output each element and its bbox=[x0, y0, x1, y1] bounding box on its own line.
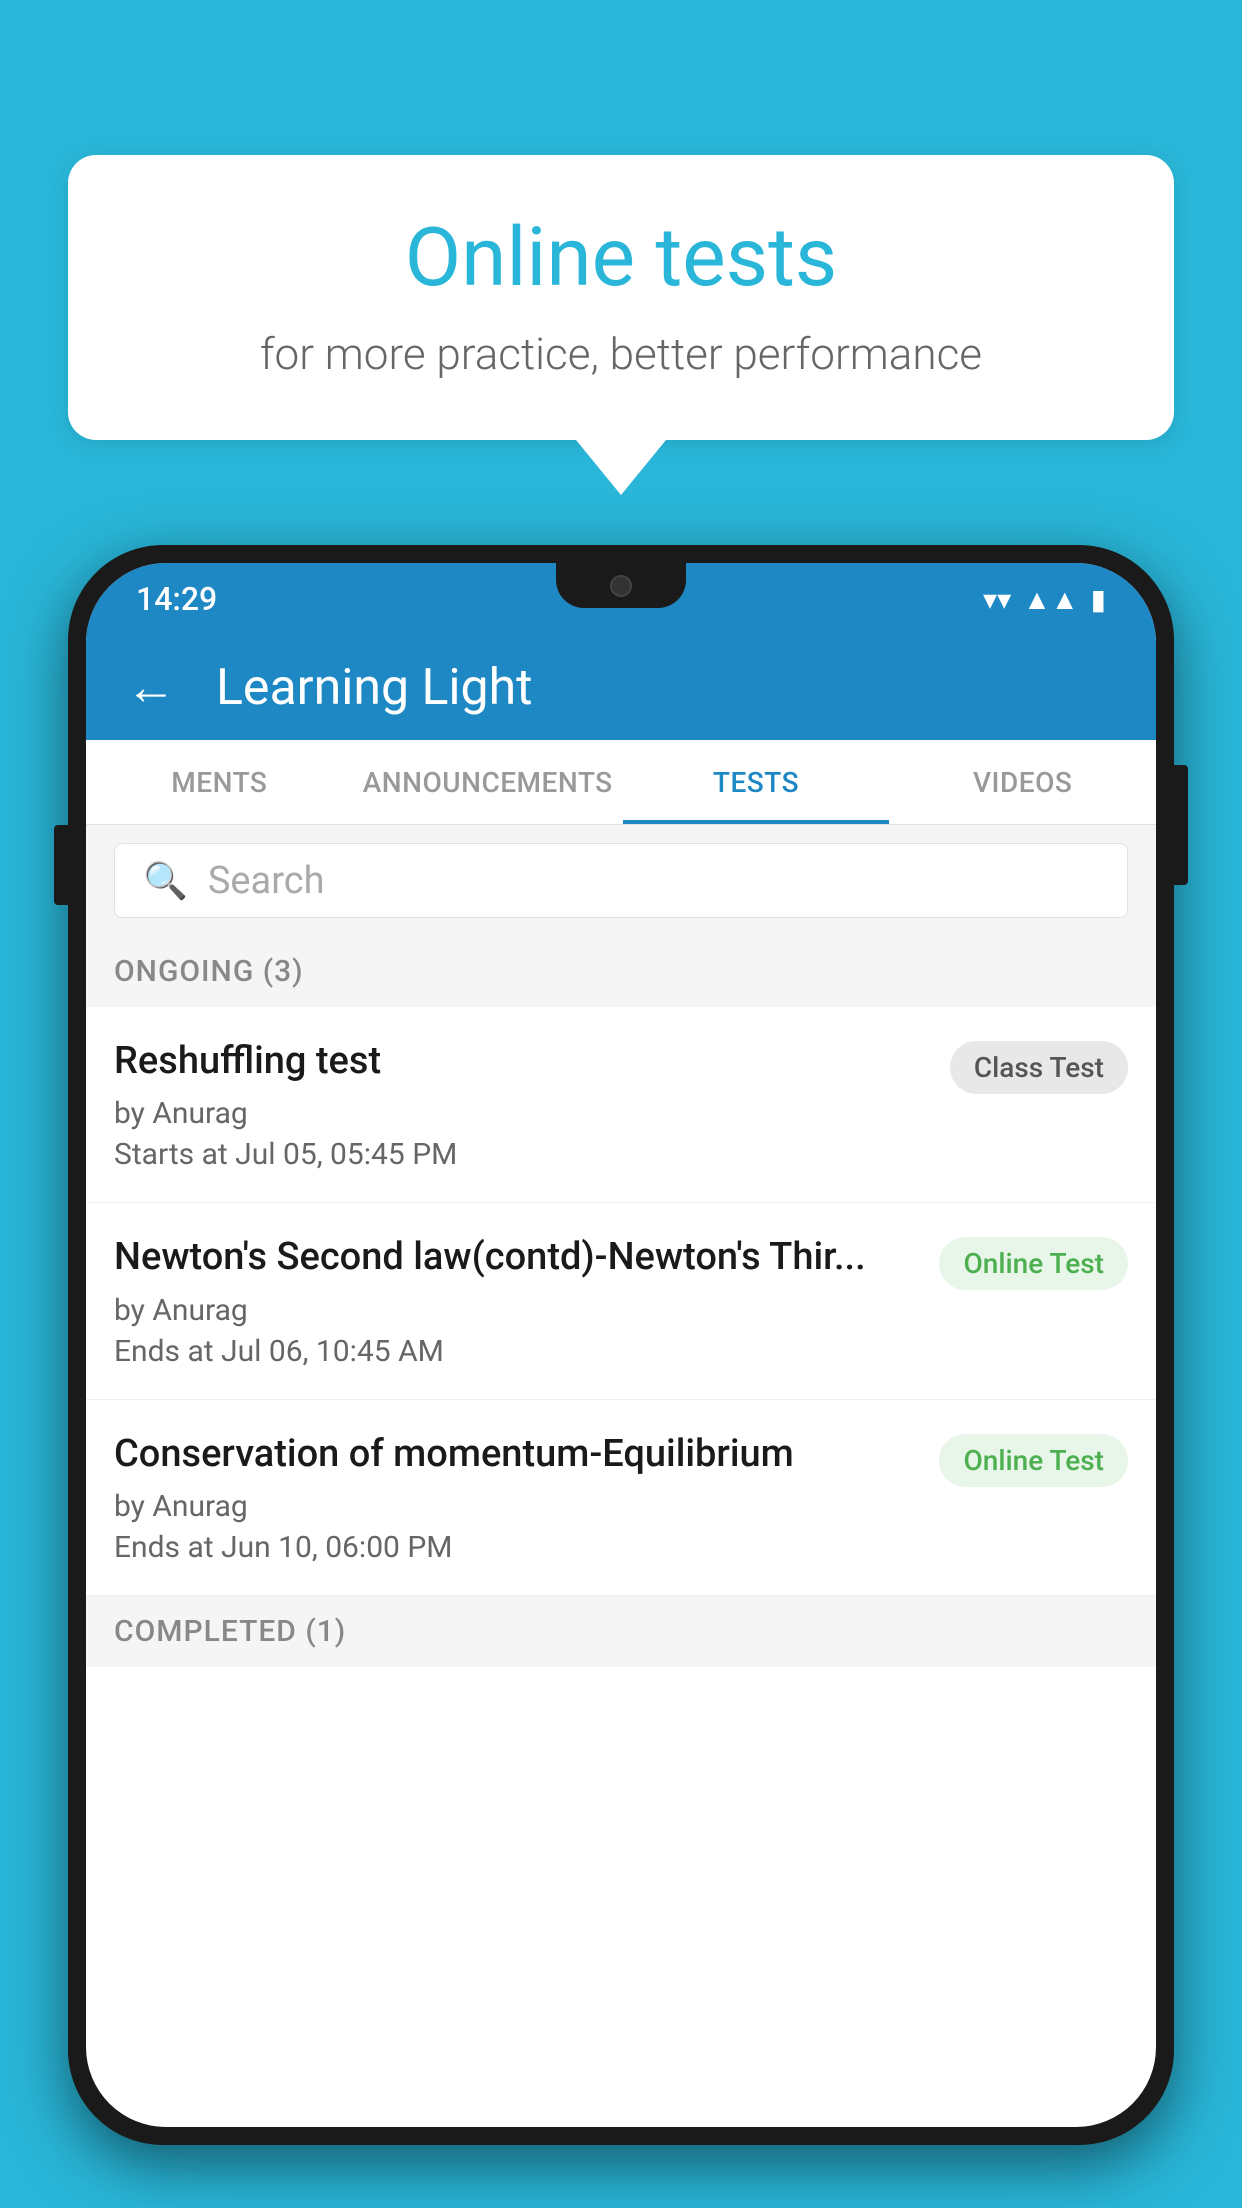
speech-bubble: Online tests for more practice, better p… bbox=[68, 155, 1174, 440]
speech-bubble-subtitle: for more practice, better performance bbox=[128, 328, 1114, 380]
test-date-2: Ends at Jul 06, 10:45 AM bbox=[114, 1334, 919, 1369]
test-date-3: Ends at Jun 10, 06:00 PM bbox=[114, 1530, 919, 1565]
app-title: Learning Light bbox=[216, 659, 533, 717]
phone-outer: 14:29 ▾▾ ▲▲ ▮ ← Learning Light MENTS ANN… bbox=[68, 545, 1174, 2145]
speech-bubble-tail bbox=[576, 440, 666, 495]
status-bar: 14:29 ▾▾ ▲▲ ▮ bbox=[86, 563, 1156, 635]
test-by-1: by Anurag bbox=[114, 1096, 930, 1131]
test-by-2: by Anurag bbox=[114, 1293, 919, 1328]
phone-screen: 14:29 ▾▾ ▲▲ ▮ ← Learning Light MENTS ANN… bbox=[86, 563, 1156, 2127]
ongoing-section-title: ONGOING (3) bbox=[114, 954, 304, 989]
test-name-1: Reshuffling test bbox=[114, 1037, 930, 1086]
completed-section-header: COMPLETED (1) bbox=[86, 1596, 1156, 1667]
search-input[interactable]: Search bbox=[208, 859, 325, 903]
test-date-1: Starts at Jul 05, 05:45 PM bbox=[114, 1137, 930, 1172]
test-by-3: by Anurag bbox=[114, 1489, 919, 1524]
test-info-2: Newton's Second law(contd)-Newton's Thir… bbox=[114, 1233, 919, 1368]
signal-icon: ▲▲ bbox=[1023, 583, 1078, 616]
test-item-2[interactable]: Newton's Second law(contd)-Newton's Thir… bbox=[86, 1203, 1156, 1399]
app-header: ← Learning Light bbox=[86, 635, 1156, 740]
battery-icon: ▮ bbox=[1091, 583, 1106, 616]
test-name-3: Conservation of momentum-Equilibrium bbox=[114, 1430, 919, 1479]
test-name-2: Newton's Second law(contd)-Newton's Thir… bbox=[114, 1233, 919, 1282]
speech-bubble-title: Online tests bbox=[128, 210, 1114, 306]
tabs-bar: MENTS ANNOUNCEMENTS TESTS VIDEOS bbox=[86, 740, 1156, 825]
ongoing-section-header: ONGOING (3) bbox=[86, 936, 1156, 1007]
search-container: 🔍 Search bbox=[86, 825, 1156, 936]
tab-videos[interactable]: VIDEOS bbox=[889, 740, 1156, 824]
tab-ments[interactable]: MENTS bbox=[86, 740, 353, 824]
notch-camera bbox=[610, 575, 632, 597]
status-time: 14:29 bbox=[136, 580, 217, 618]
status-icons: ▾▾ ▲▲ ▮ bbox=[983, 583, 1106, 616]
test-badge-1: Class Test bbox=[950, 1041, 1128, 1094]
phone-frame: 14:29 ▾▾ ▲▲ ▮ ← Learning Light MENTS ANN… bbox=[68, 545, 1174, 2208]
test-item-1[interactable]: Reshuffling test by Anurag Starts at Jul… bbox=[86, 1007, 1156, 1203]
tab-announcements[interactable]: ANNOUNCEMENTS bbox=[353, 740, 623, 824]
search-bar[interactable]: 🔍 Search bbox=[114, 843, 1128, 918]
test-badge-2: Online Test bbox=[939, 1237, 1128, 1290]
test-badge-3: Online Test bbox=[939, 1434, 1128, 1487]
wifi-icon: ▾▾ bbox=[983, 583, 1011, 616]
tab-tests[interactable]: TESTS bbox=[623, 740, 890, 824]
back-button[interactable]: ← bbox=[126, 663, 176, 713]
search-icon: 🔍 bbox=[143, 860, 188, 902]
speech-bubble-container: Online tests for more practice, better p… bbox=[68, 155, 1174, 495]
test-item-3[interactable]: Conservation of momentum-Equilibrium by … bbox=[86, 1400, 1156, 1596]
completed-section-title: COMPLETED (1) bbox=[114, 1614, 346, 1649]
notch bbox=[556, 563, 686, 608]
test-info-1: Reshuffling test by Anurag Starts at Jul… bbox=[114, 1037, 930, 1172]
test-info-3: Conservation of momentum-Equilibrium by … bbox=[114, 1430, 919, 1565]
test-list: Reshuffling test by Anurag Starts at Jul… bbox=[86, 1007, 1156, 1596]
